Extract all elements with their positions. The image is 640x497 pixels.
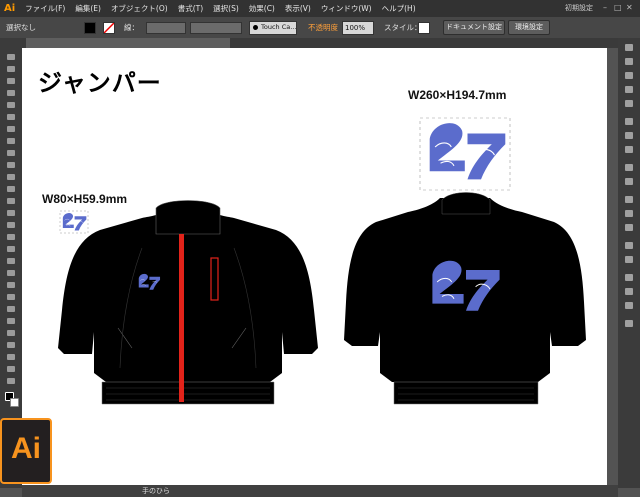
artboard-tool-icon[interactable] [7, 342, 15, 348]
menu-type[interactable]: 書式(T) [178, 3, 203, 14]
perspective-grid-tool-icon[interactable] [7, 258, 15, 264]
lasso-tool-icon[interactable] [7, 90, 15, 96]
opacity-value: 100% [345, 24, 366, 32]
document-tab-bar [22, 38, 618, 48]
variable-width-profile[interactable] [190, 22, 242, 34]
small-logo-sample [59, 210, 89, 234]
stroke-swatch[interactable] [103, 22, 115, 34]
paragraph-panel-icon[interactable] [625, 210, 633, 217]
slice-tool-icon[interactable] [7, 354, 15, 360]
opacity-label[interactable]: 不透明度 [308, 22, 338, 33]
selection-status: 選択なし [6, 23, 36, 32]
brush-name: Touch Ca... [261, 23, 297, 31]
menu-effect[interactable]: 効果(C) [249, 3, 275, 14]
eyedropper-tool-icon[interactable] [7, 294, 15, 300]
brush-dot-icon [253, 25, 258, 30]
scale-tool-icon[interactable] [7, 210, 15, 216]
menu-object[interactable]: オブジェクト(O) [111, 3, 168, 14]
graphic-style-swatch[interactable] [418, 22, 430, 34]
graphic-styles-panel-icon[interactable] [625, 178, 633, 185]
zoom-tool-icon[interactable] [7, 378, 15, 384]
mesh-tool-icon[interactable] [7, 270, 15, 276]
artboards-panel-icon[interactable] [625, 256, 633, 263]
menu-file[interactable]: ファイル(F) [25, 3, 65, 14]
menu-select[interactable]: 選択(S) [213, 3, 239, 14]
magic-wand-tool-icon[interactable] [7, 78, 15, 84]
illustrator-logo: Ai [0, 418, 52, 484]
pencil-tool-icon[interactable] [7, 162, 15, 168]
app-logo: Ai [4, 3, 16, 14]
brushes-panel-icon[interactable] [625, 86, 633, 93]
close-icon[interactable]: ✕ [626, 3, 633, 12]
layers-panel-icon[interactable] [625, 242, 633, 249]
stroke-label: 線： [124, 23, 139, 32]
selection-tool-icon[interactable] [7, 54, 15, 60]
character-panel-icon[interactable] [625, 196, 633, 203]
symbol-sprayer-tool-icon[interactable] [7, 318, 15, 324]
menu-window[interactable]: ウィンドウ(W) [321, 3, 372, 14]
width-tool-icon[interactable] [7, 222, 15, 228]
blob-brush-tool-icon[interactable] [7, 174, 15, 180]
swatches-panel-icon[interactable] [625, 72, 633, 79]
large-logo-sample [419, 117, 511, 191]
menu-bar: Ai ファイル(F) 編集(E) オブジェクト(O) 書式(T) 選択(S) 効… [0, 0, 640, 17]
shape-builder-tool-icon[interactable] [7, 246, 15, 252]
none-icon [103, 22, 115, 34]
paintbrush-tool-icon[interactable] [7, 150, 15, 156]
rectangle-tool-icon[interactable] [7, 138, 15, 144]
opentype-panel-icon[interactable] [625, 224, 633, 231]
current-tool-status: 手のひら [142, 487, 170, 495]
direct-selection-tool-icon[interactable] [7, 66, 15, 72]
eraser-tool-icon[interactable] [7, 186, 15, 192]
pen-tool-icon[interactable] [7, 102, 15, 108]
hand-tool-icon[interactable] [7, 366, 15, 372]
illustrator-logo-text: Ai [11, 432, 41, 465]
artwork [58, 117, 586, 405]
jacket-front [58, 200, 318, 405]
color-guide-panel-icon[interactable] [625, 58, 633, 65]
pathfinder-panel-icon[interactable] [625, 302, 633, 309]
document-tab[interactable] [26, 38, 230, 48]
appearance-panel-icon[interactable] [625, 164, 633, 171]
rotate-tool-icon[interactable] [7, 198, 15, 204]
gradient-panel-icon[interactable] [625, 132, 633, 139]
maximize-icon[interactable]: □ [614, 3, 622, 12]
transform-panel-icon[interactable] [625, 288, 633, 295]
opacity-field[interactable]: 100% [342, 21, 374, 35]
control-bar: 選択なし 線： Touch Ca... 不透明度 100% スタイル： ドキュメ… [0, 17, 640, 39]
menu-view[interactable]: 表示(V) [285, 3, 311, 14]
symbols-panel-icon[interactable] [625, 100, 633, 107]
minimize-icon[interactable]: – [603, 3, 607, 12]
gradient-tool-icon[interactable] [7, 282, 15, 288]
workspace-switcher[interactable]: 初期設定 [565, 3, 593, 13]
free-transform-tool-icon[interactable] [7, 234, 15, 240]
stroke-color-icon[interactable] [10, 398, 19, 407]
fill-swatch[interactable] [84, 22, 96, 34]
blend-tool-icon[interactable] [7, 306, 15, 312]
graph-tool-icon[interactable] [7, 330, 15, 336]
menu-edit[interactable]: 編集(E) [75, 3, 101, 14]
links-panel-icon[interactable] [625, 320, 633, 327]
line-tool-icon[interactable] [7, 126, 15, 132]
color-panel-icon[interactable] [625, 44, 633, 51]
preferences-button[interactable]: 環境設定 [508, 20, 550, 35]
style-label: スタイル： [384, 23, 422, 32]
align-panel-icon[interactable] [625, 274, 633, 281]
type-tool-icon[interactable] [7, 114, 15, 120]
jacket-back [344, 192, 586, 405]
menu-help[interactable]: ヘルプ(H) [382, 3, 416, 14]
brush-definition[interactable]: Touch Ca... [249, 21, 297, 35]
status-bar: 手のひら [22, 485, 618, 497]
panel-dock [618, 38, 640, 488]
transparency-panel-icon[interactable] [625, 146, 633, 153]
document-setup-button[interactable]: ドキュメント設定 [443, 20, 505, 35]
artboard[interactable]: ジャンパー W80×H59.9mm W260×H194.7mm [22, 48, 607, 485]
stroke-weight-field[interactable] [146, 22, 186, 34]
stroke-panel-icon[interactable] [625, 118, 633, 125]
